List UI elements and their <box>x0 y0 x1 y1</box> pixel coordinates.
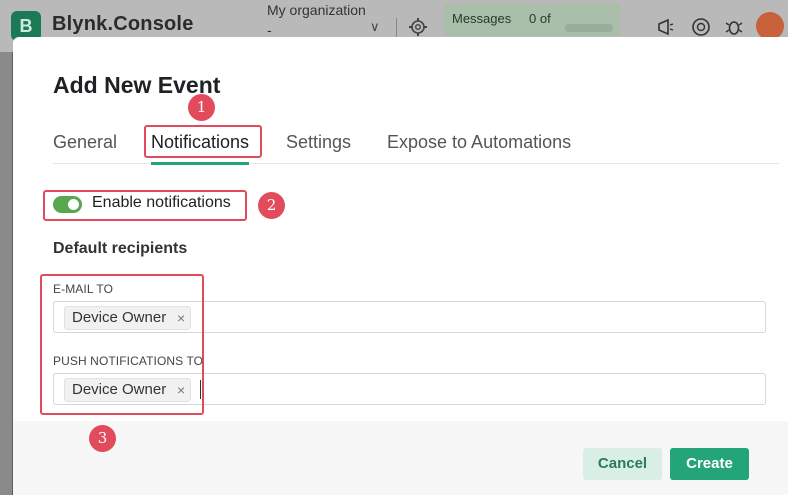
help-lifebuoy-icon[interactable] <box>690 16 712 38</box>
messages-count: 0 of <box>529 11 551 26</box>
annotation-marker-2: 2 <box>258 192 285 219</box>
highlight-recipient-fields <box>40 274 204 415</box>
messages-label: Messages <box>452 11 512 26</box>
annotation-marker-3: 3 <box>89 425 116 452</box>
gear-icon[interactable] <box>408 17 428 37</box>
app-name: Blynk.Console <box>52 13 194 35</box>
add-event-modal: Add New Event General Notifications Sett… <box>13 37 788 495</box>
annotation-marker-1: 1 <box>188 94 215 121</box>
tab-general[interactable]: General <box>53 128 117 164</box>
highlight-notifications-tab <box>144 125 262 158</box>
chevron-down-icon[interactable]: ∨ <box>370 19 380 35</box>
tab-settings[interactable]: Settings <box>286 128 351 164</box>
user-avatar[interactable] <box>756 12 784 40</box>
cancel-button[interactable]: Cancel <box>583 448 662 480</box>
sidebar <box>0 52 12 495</box>
megaphone-icon[interactable] <box>656 16 678 38</box>
organization-selector[interactable]: My organization - <box>267 0 367 40</box>
create-button[interactable]: Create <box>670 448 749 480</box>
default-recipients-heading: Default recipients <box>53 240 188 257</box>
modal-footer: Cancel Create <box>13 421 788 495</box>
header-divider <box>396 18 397 38</box>
messages-progress <box>565 24 613 32</box>
tab-expose-to-automations[interactable]: Expose to Automations <box>387 128 571 164</box>
bug-icon[interactable] <box>723 16 745 38</box>
highlight-enable-notifications <box>43 190 247 221</box>
